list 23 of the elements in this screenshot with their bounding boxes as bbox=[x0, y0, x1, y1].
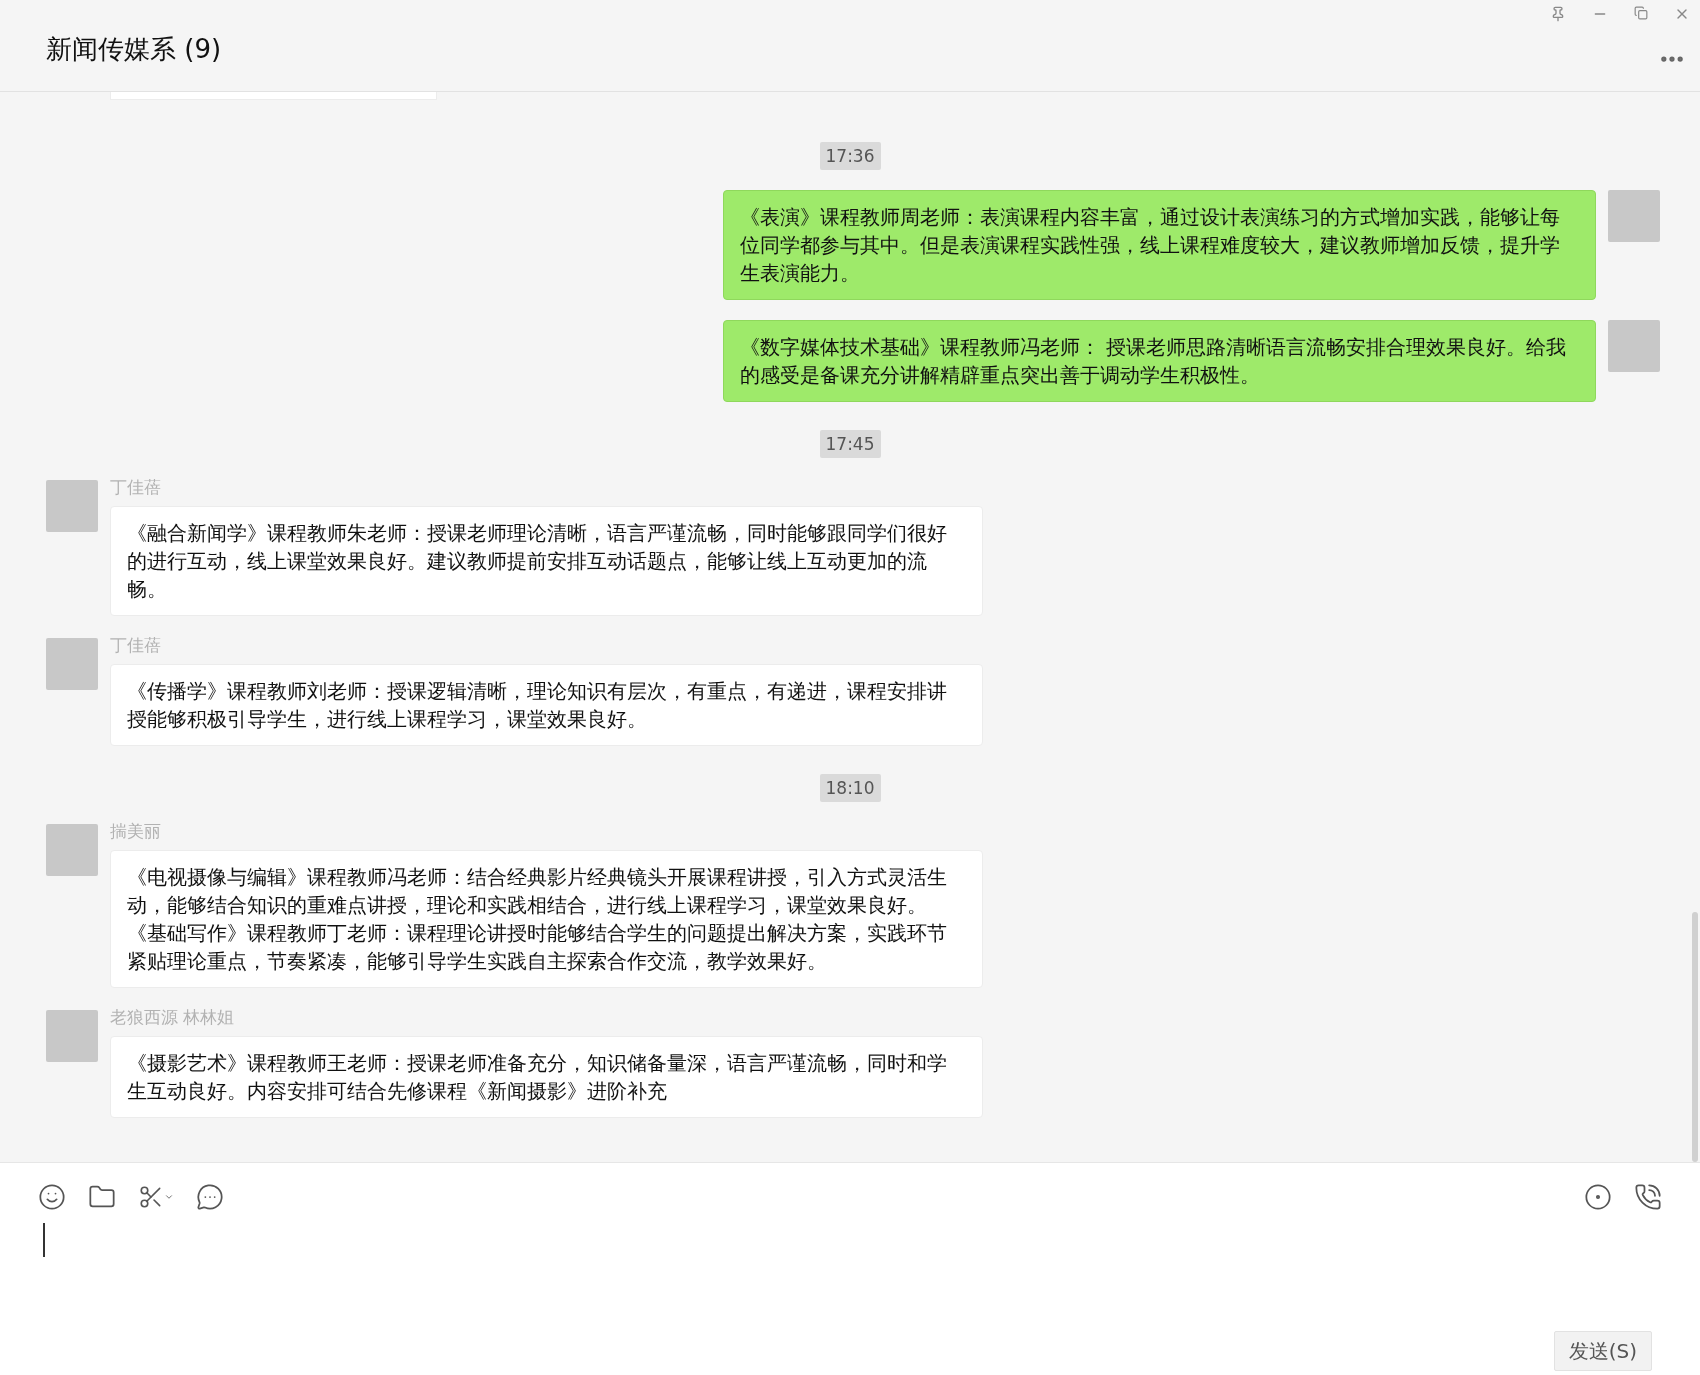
chat-bubble-icon[interactable] bbox=[196, 1183, 224, 1211]
sender-name: 老狼西源 林林姐 bbox=[110, 1006, 236, 1028]
phone-icon[interactable] bbox=[1634, 1183, 1662, 1211]
message-bubble: 《数字媒体技术基础》课程教师冯老师： 授课老师思路清晰语言流畅安排合理效果良好。给我的感受是备课充分讲解精辟重点突出善于调动学生积极性。 bbox=[723, 320, 1596, 402]
sender-name: 丁佳蓓 bbox=[110, 634, 162, 656]
send-button[interactable]: 发送(S) bbox=[1553, 1331, 1652, 1371]
live-icon[interactable] bbox=[1584, 1183, 1612, 1211]
pin-icon[interactable] bbox=[1550, 6, 1566, 22]
scrollbar[interactable] bbox=[1692, 912, 1698, 1162]
message-bubble: 《融合新闻学》课程教师朱老师：授课老师理论清晰，语言严谨流畅，同时能够跟同学们很好的进行互动，线上课堂效果良好。建议教师提前安排互动话题点，能够让线上互动更加的流畅。 bbox=[110, 506, 983, 616]
message-bubble: 《表演》课程教师周老师：表演课程内容丰富，通过设计表演练习的方式增加实践，能够让每位同学都参与其中。但是表演课程实践性强，线上课程难度较大，建议教师增加反馈，提升学生表演能力。 bbox=[723, 190, 1596, 300]
sender-name: 丁佳蓓 bbox=[110, 476, 162, 498]
timestamp: 17:36 bbox=[819, 142, 881, 170]
timestamp: 18:10 bbox=[819, 774, 881, 802]
restore-icon[interactable] bbox=[1634, 6, 1648, 20]
sender-name: 揣美丽 bbox=[110, 820, 162, 842]
window-title: 新闻传媒系 (9) bbox=[46, 33, 222, 66]
timestamp: 17:45 bbox=[819, 430, 881, 458]
message-bubble: 《传播学》课程教师刘老师：授课逻辑清晰，理论知识有层次，有重点，有递进，课程安排讲授能够积极引导学生，进行线上课程学习，课堂效果良好。 bbox=[110, 664, 983, 746]
scissors-icon[interactable] bbox=[138, 1184, 174, 1210]
message-bubble: 《摄影艺术》课程教师王老师：授课老师准备充分，知识储备量深，语言严谨流畅，同时和学生互动良好。内容安排可结合先修课程《新闻摄影》进阶补充 bbox=[110, 1036, 983, 1118]
message-bubble: 《电视摄像与编辑》课程教师冯老师：结合经典影片经典镜头开展课程讲授，引入方式灵活生动，能够结合知识的重难点讲授，理论和实践相结合，进行线上课程学习，课堂效果良好。 《基础写作》课程教师丁老师：课程理论讲授时能够结合学生的问题提出解决方案，实践环节紧贴理论重点，节奏紧凑，能够引导学生实践自主探索合作交流，教学效果好。 bbox=[110, 850, 983, 988]
emoji-icon[interactable] bbox=[38, 1183, 66, 1211]
